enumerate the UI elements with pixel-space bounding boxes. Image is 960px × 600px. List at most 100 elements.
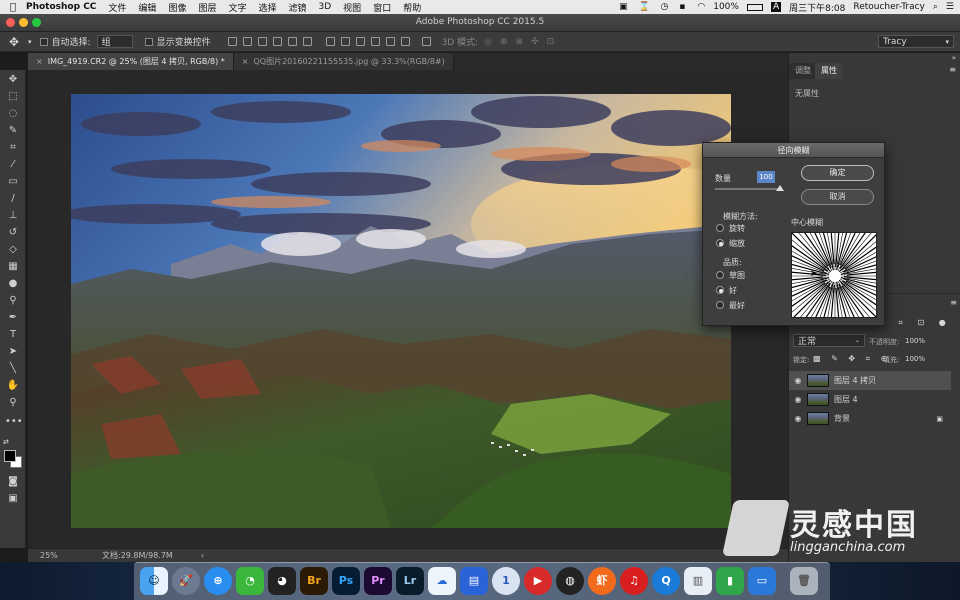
lightroom-icon[interactable]: Lr <box>396 567 424 595</box>
eyedropper-tool-icon[interactable]: ⁄ <box>5 158 21 172</box>
menu-layer[interactable]: 图层 <box>198 1 216 14</box>
premiere-icon[interactable]: Pr <box>364 567 392 595</box>
apple-icon[interactable]:  <box>0 2 26 13</box>
method-spin-radio[interactable]: 旋转 <box>716 223 745 234</box>
layer-filter-icons[interactable]: T ⌗ ⊡ ● <box>879 318 952 328</box>
close-icon[interactable]: × <box>36 57 43 66</box>
tab-properties[interactable]: 属性 <box>815 63 843 79</box>
swap-colors-icon[interactable]: ⇄ <box>3 438 9 446</box>
menu-type[interactable]: 文字 <box>228 1 246 14</box>
panel-collapse-icon[interactable]: » <box>952 54 956 62</box>
menu-app-name[interactable]: Photoshop CC <box>26 2 96 12</box>
quality-draft-radio[interactable]: 草图 <box>716 270 745 281</box>
panel-menu-icon[interactable]: ≡ <box>949 65 956 74</box>
search-icon[interactable]: ⌕ <box>933 2 938 12</box>
eye-icon[interactable]: ◉ <box>789 395 807 404</box>
quality-good-radio[interactable]: 好 <box>716 285 737 296</box>
amount-input[interactable]: 100 <box>757 171 775 183</box>
more-tools-icon[interactable]: ••• <box>5 415 23 429</box>
eraser-tool-icon[interactable]: ◇ <box>5 243 21 257</box>
foreground-color[interactable] <box>4 450 16 462</box>
menu-select[interactable]: 选择 <box>258 1 276 14</box>
menu-help[interactable]: 帮助 <box>403 1 421 14</box>
lock-icons[interactable]: ▩ ✎ ✥ ⌗ ⊕ <box>813 354 891 364</box>
preview-icon[interactable]: ▥ <box>684 567 712 595</box>
lasso-tool-icon[interactable]: ◌ <box>5 107 21 121</box>
brush-tool-icon[interactable]: / <box>5 192 21 206</box>
quick-mask-icon[interactable]: ◙ <box>5 475 21 489</box>
dropdown-arrow-icon[interactable]: ▾ <box>28 38 32 46</box>
eye-icon[interactable]: ◉ <box>789 414 807 423</box>
hand-tool-icon[interactable]: ✋ <box>5 379 21 393</box>
opacity-value[interactable]: 100% <box>905 337 925 345</box>
amount-slider-handle[interactable] <box>776 185 784 191</box>
quick-select-tool-icon[interactable]: ✎ <box>5 124 21 138</box>
method-zoom-radio[interactable]: 缩放 <box>716 238 745 249</box>
browser-q-icon[interactable]: Q <box>652 567 680 595</box>
clone-stamp-tool-icon[interactable]: ⊥ <box>5 209 21 223</box>
netease-music-icon[interactable]: ♫ <box>620 567 648 595</box>
layer-row-layer4-copy[interactable]: ◉ 图层 4 拷贝 <box>789 371 951 390</box>
doc-size[interactable]: 文档:29.8M/98.7M <box>102 550 173 561</box>
line-tool-icon[interactable]: ╲ <box>5 362 21 376</box>
obs-icon[interactable]: ◍ <box>556 567 584 595</box>
trash-icon[interactable]: 🗑 <box>790 567 818 595</box>
move-tool-icon[interactable]: ✥ <box>0 35 28 49</box>
battery-text[interactable]: 100% <box>713 2 739 12</box>
blur-center-preview[interactable]: ➤ <box>791 232 877 318</box>
wifi-icon[interactable]: ◠ <box>697 2 705 12</box>
marquee-tool-icon[interactable]: ⬚ <box>5 90 21 104</box>
canvas-area[interactable] <box>28 70 788 548</box>
fill-value[interactable]: 100% <box>905 355 925 363</box>
path-select-tool-icon[interactable]: ➤ <box>5 345 21 359</box>
quality-best-radio[interactable]: 最好 <box>716 300 745 311</box>
menu-edit[interactable]: 编辑 <box>138 1 156 14</box>
input-method-icon[interactable]: A <box>770 2 782 12</box>
crop-tool-icon[interactable]: ⌗ <box>5 141 21 155</box>
dodge-tool-icon[interactable]: ⚲ <box>5 294 21 308</box>
user-name[interactable]: Retoucher-Tracy <box>853 2 925 12</box>
finder-icon[interactable]: ☺ <box>140 567 168 595</box>
status-arrow-icon[interactable]: › <box>201 551 204 560</box>
clock[interactable]: 周三下午8:08 <box>789 1 845 14</box>
screen-mode-icon[interactable]: ▣ <box>5 492 21 506</box>
menu-window[interactable]: 窗口 <box>373 1 391 14</box>
tab-qq-image[interactable]: × QQ图片20160221155535.jpg @ 33.3%(RGB/8#) <box>233 53 454 70</box>
layer-row-background[interactable]: ◉ 背景 ▣ <box>789 409 951 428</box>
music-app-icon[interactable]: ▶ <box>524 567 552 595</box>
auto-select-checkbox[interactable] <box>39 37 48 46</box>
cancel-button[interactable]: 取消 <box>801 189 874 205</box>
qq-icon[interactable]: ◕ <box>268 567 296 595</box>
onepassword-icon[interactable]: 1 <box>492 567 520 595</box>
healing-brush-tool-icon[interactable]: ▭ <box>5 175 21 189</box>
zoom-level[interactable]: 25% <box>40 551 90 560</box>
status-icons[interactable]: ▣ ⌛ ◷ ▪ <box>619 2 689 12</box>
menu-filter[interactable]: 滤镜 <box>289 1 307 14</box>
zoom-tool-icon[interactable]: ⚲ <box>5 396 21 410</box>
move-tool-icon[interactable]: ✥ <box>5 73 21 87</box>
wechat-icon[interactable]: ◔ <box>236 567 264 595</box>
keynote-icon[interactable]: ▭ <box>748 567 776 595</box>
safari-icon[interactable]: ⊕ <box>204 567 232 595</box>
auto-select-dropdown[interactable]: 组 <box>96 35 133 48</box>
gradient-tool-icon[interactable]: ▦ <box>5 260 21 274</box>
tab-adjustments[interactable]: 调整 <box>789 63 817 79</box>
numbers-icon[interactable]: ▮ <box>716 567 744 595</box>
layer-row-layer4[interactable]: ◉ 图层 4 <box>789 390 951 409</box>
blend-mode-dropdown[interactable]: 正常 ⌄ <box>793 334 865 347</box>
battery-icon[interactable] <box>746 3 763 11</box>
pen-tool-icon[interactable]: ✒ <box>5 311 21 325</box>
workspace-dropdown[interactable]: Tracy ▾ <box>878 35 954 48</box>
type-tool-icon[interactable]: T <box>5 328 21 342</box>
baidu-cloud-icon[interactable]: ☁ <box>428 567 456 595</box>
launchpad-icon[interactable]: 🚀 <box>172 567 200 595</box>
list-icon[interactable]: ☰ <box>946 2 954 12</box>
blur-tool-icon[interactable]: ● <box>5 277 21 291</box>
amount-slider[interactable] <box>715 188 781 190</box>
landscape-photo[interactable] <box>71 94 731 528</box>
bridge-icon[interactable]: Br <box>300 567 328 595</box>
align-icons[interactable] <box>225 37 434 46</box>
tab-img4919[interactable]: × IMG_4919.CR2 @ 25% (图层 4 拷贝, RGB/8) * <box>28 53 234 70</box>
close-icon[interactable]: × <box>242 57 249 66</box>
photoshop-icon[interactable]: Ps <box>332 567 360 595</box>
